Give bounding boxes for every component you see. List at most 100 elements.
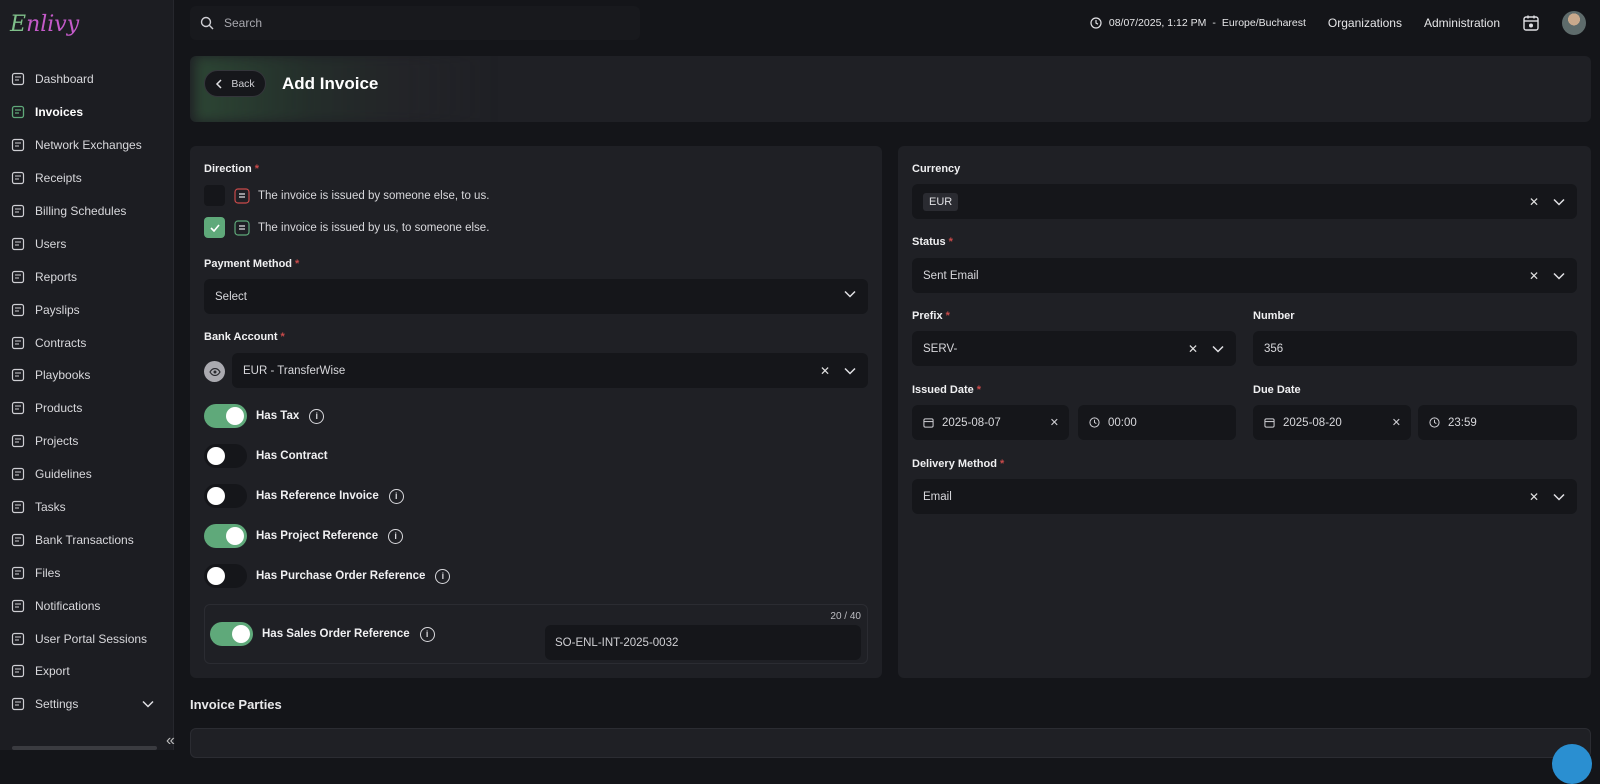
direction-option-inbound[interactable]: The invoice is issued by someone else, t…	[204, 185, 489, 206]
direction-option-outbound[interactable]: The invoice is issued by us, to someone …	[204, 217, 489, 238]
has-project-reference-switch[interactable]	[204, 524, 247, 548]
sidebar-item-products[interactable]: Products	[0, 392, 174, 425]
sidebar-item-payslips[interactable]: Payslips	[0, 293, 174, 326]
issued-date-label: Issued Date *	[912, 384, 981, 396]
clear-icon[interactable]: ✕	[1050, 416, 1059, 429]
currency-select[interactable]: EUR ✕	[912, 184, 1577, 219]
administration-link[interactable]: Administration	[1424, 16, 1500, 30]
sidebar-item-projects[interactable]: Projects	[0, 425, 174, 458]
switch-knob	[207, 487, 225, 505]
due-time-input[interactable]: 23:59	[1418, 405, 1577, 440]
toggle-has-project-reference[interactable]: Has Project Reference i	[204, 524, 404, 548]
switch-knob	[226, 527, 244, 545]
clear-icon[interactable]: ✕	[1529, 195, 1539, 209]
sidebar-item-billing-schedules[interactable]: Billing Schedules	[0, 195, 174, 228]
prefix-label: Prefix *	[912, 310, 950, 322]
sidebar-item-invoices[interactable]: Invoices	[0, 96, 174, 129]
status-value: Sent Email	[923, 269, 979, 282]
chevron-down-icon[interactable]	[1553, 198, 1565, 206]
back-button[interactable]: Back	[204, 70, 266, 97]
sidebar-item-label: Dashboard	[35, 72, 94, 87]
search-icon	[200, 16, 214, 30]
issued-time-input[interactable]: 00:00	[1078, 405, 1236, 440]
sidebar-item-guidelines[interactable]: Guidelines	[0, 458, 174, 491]
clear-icon[interactable]: ✕	[1529, 269, 1539, 283]
due-date-label: Due Date	[1253, 384, 1301, 396]
sidebar-item-network-exchanges[interactable]: Network Exchanges	[0, 129, 174, 162]
sidebar-item-user-portal-sessions[interactable]: User Portal Sessions	[0, 622, 174, 655]
direction-label-text: Direction	[204, 163, 252, 175]
clear-icon[interactable]: ✕	[820, 364, 830, 378]
info-icon[interactable]: i	[388, 528, 404, 544]
app-logo[interactable]: Enlivy	[10, 12, 79, 37]
info-icon[interactable]: i	[309, 408, 325, 424]
sidebar-item-reports[interactable]: Reports	[0, 260, 174, 293]
direction-checkbox-outbound[interactable]	[204, 217, 225, 238]
delivery-method-select[interactable]: Email ✕	[912, 479, 1577, 514]
sales-order-reference-input[interactable]: SO-ENL-INT-2025-0032	[545, 625, 861, 660]
direction-checkbox-inbound[interactable]	[204, 185, 225, 206]
has-sales-order-reference-switch[interactable]	[210, 622, 253, 646]
user-avatar[interactable]	[1562, 11, 1586, 35]
sidebar-item-playbooks[interactable]: Playbooks	[0, 359, 174, 392]
sidebar-item-label: Bank Transactions	[35, 532, 134, 547]
delivery-method-label: Delivery Method *	[912, 458, 1004, 470]
clear-icon[interactable]: ✕	[1529, 490, 1539, 504]
payment-method-select[interactable]: Select	[204, 279, 868, 314]
prefix-select[interactable]: SERV- ✕	[912, 331, 1236, 366]
chevron-down-icon[interactable]	[142, 697, 154, 711]
chevron-down-icon[interactable]	[1553, 272, 1565, 280]
info-icon[interactable]: i	[388, 488, 404, 504]
sidebar-item-export[interactable]: Export	[0, 655, 174, 688]
collapse-sidebar-icon[interactable]: «	[166, 732, 175, 750]
calendar-icon[interactable]	[1522, 14, 1540, 32]
toggle-has-contract[interactable]: Has Contract	[204, 444, 328, 468]
chevron-down-icon[interactable]	[844, 367, 856, 375]
portal-icon	[11, 632, 25, 646]
bank-icon	[11, 533, 25, 547]
due-date-input[interactable]: 2025-08-20 ✕	[1253, 405, 1411, 440]
page-header: Back Add Invoice	[190, 56, 1591, 122]
settings-icon	[11, 697, 25, 711]
chevron-down-icon[interactable]	[1212, 345, 1224, 353]
has-tax-switch[interactable]	[204, 404, 247, 428]
clock-icon	[1090, 17, 1102, 29]
status-select[interactable]: Sent Email ✕	[912, 258, 1577, 293]
dashboard-icon	[11, 72, 25, 86]
sidebar-item-tasks[interactable]: Tasks	[0, 491, 174, 524]
toggle-has-tax[interactable]: Has Tax i	[204, 404, 325, 428]
organizations-link[interactable]: Organizations	[1328, 16, 1402, 30]
info-icon[interactable]: i	[435, 568, 451, 584]
floating-action-button[interactable]	[1552, 744, 1592, 784]
sidebar-item-files[interactable]: Files	[0, 556, 174, 589]
required-marker: *	[999, 458, 1005, 470]
sales-order-reference-group: 20 / 40 Has Sales Order Reference i SO-E…	[204, 604, 868, 664]
sidebar-item-notifications[interactable]: Notifications	[0, 589, 174, 622]
has-purchase-order-reference-switch[interactable]	[204, 564, 247, 588]
sidebar-item-label: Export	[35, 664, 70, 679]
chevron-down-icon[interactable]	[1553, 493, 1565, 501]
toggle-has-purchase-order-reference[interactable]: Has Purchase Order Reference i	[204, 564, 451, 588]
sidebar-item-dashboard[interactable]: Dashboard	[0, 63, 174, 96]
invoice-form-left: Direction * The invoice is issued by some…	[190, 146, 882, 678]
issued-date-input[interactable]: 2025-08-07 ✕	[912, 405, 1069, 440]
clear-icon[interactable]: ✕	[1188, 342, 1198, 356]
bank-account-select[interactable]: EUR - TransferWise ✕	[232, 353, 868, 388]
toggle-has-reference-invoice[interactable]: Has Reference Invoice i	[204, 484, 404, 508]
sidebar-item-contracts[interactable]: Contracts	[0, 326, 174, 359]
invoice-parties-title: Invoice Parties	[190, 697, 282, 712]
clear-icon[interactable]: ✕	[1392, 416, 1401, 429]
sidebar-item-users[interactable]: Users	[0, 227, 174, 260]
required-marker: *	[948, 236, 953, 248]
sidebar-item-bank-transactions[interactable]: Bank Transactions	[0, 523, 174, 556]
has-reference-invoice-switch[interactable]	[204, 484, 247, 508]
sidebar-item-settings[interactable]: Settings	[0, 688, 174, 721]
eye-icon[interactable]	[204, 361, 225, 382]
number-input[interactable]: 356	[1253, 331, 1577, 366]
search-input[interactable]: Search	[190, 6, 640, 40]
sidebar-scrollbar[interactable]	[12, 746, 157, 750]
sidebar-item-receipts[interactable]: Receipts	[0, 162, 174, 195]
toggle-has-sales-order-reference[interactable]: Has Sales Order Reference i	[210, 622, 435, 646]
has-contract-switch[interactable]	[204, 444, 247, 468]
info-icon[interactable]: i	[419, 626, 435, 642]
